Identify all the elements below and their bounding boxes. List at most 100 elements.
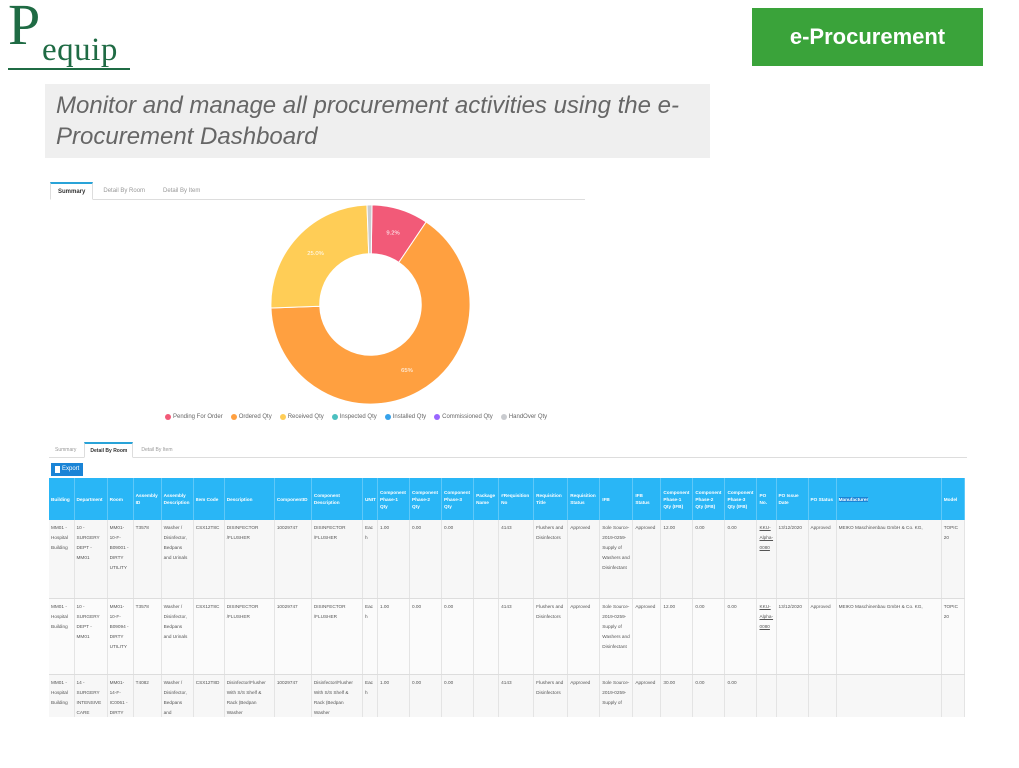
table-row[interactable]: MM01 - Hospital Building 14 - SURGERY INT… bbox=[49, 674, 966, 717]
column-header[interactable]: Component Description bbox=[311, 478, 363, 520]
summary-tab-summary[interactable]: Summary bbox=[50, 182, 94, 200]
table-cell bbox=[808, 674, 837, 717]
legend-item[interactable]: Pending For Order bbox=[165, 414, 223, 420]
column-header[interactable]: Department bbox=[74, 478, 108, 520]
detail-tab-detail-by-item[interactable]: Detail By Item bbox=[135, 442, 178, 457]
pequip-logo: P equip bbox=[8, 0, 133, 72]
slice-label: 65% bbox=[401, 368, 413, 374]
detail-table: Building Department Room Assembly ID Assembl… bbox=[49, 478, 966, 717]
column-header[interactable]: PO No. bbox=[756, 478, 777, 520]
column-header[interactable]: Item Code bbox=[193, 478, 225, 520]
table-cell: 4143 bbox=[498, 598, 535, 675]
column-header[interactable]: Room bbox=[107, 478, 134, 520]
table-row[interactable]: MM01 - Hospital Building 10 - SURGERY DEP… bbox=[49, 520, 966, 599]
column-header[interactable]: Component Phase-1 Qty (IFB) bbox=[660, 478, 694, 520]
table-cell: Washer / Disinfector, Bedpans and Urinal… bbox=[161, 520, 194, 599]
legend-swatch bbox=[434, 414, 441, 420]
legend-label: Pending For Order bbox=[173, 414, 223, 420]
table-cell: DISINFECTOR /FLUSHER bbox=[224, 520, 275, 599]
table-cell: Washer / Disinfector, Bedpans and bbox=[161, 674, 194, 717]
table-cell: Each bbox=[362, 674, 378, 717]
column-header[interactable]: #Requisition No bbox=[498, 478, 535, 520]
detail-tab-summary[interactable]: Summary bbox=[49, 442, 82, 457]
column-header[interactable]: Component Phase-3 Qty bbox=[441, 478, 475, 520]
summary-tab-detail-by-item[interactable]: Detail By Item bbox=[155, 182, 208, 199]
legend-label: Commissioned Qty bbox=[442, 414, 493, 420]
table-cell: 10029747 bbox=[274, 598, 312, 675]
legend-label: HandOver Qty bbox=[508, 414, 548, 420]
column-header[interactable]: IFB bbox=[599, 478, 634, 520]
export-button[interactable]: Export bbox=[51, 463, 84, 476]
legend-label: Received Qty bbox=[287, 414, 324, 420]
legend-swatch bbox=[384, 414, 391, 420]
legend-swatch bbox=[331, 414, 338, 420]
table-cell: 12.00 bbox=[660, 520, 694, 599]
column-header[interactable]: Component Phase-2 Qty (IFB) bbox=[692, 478, 726, 520]
table-cell: 0.00 bbox=[409, 598, 443, 675]
column-header[interactable]: PO Issue Date bbox=[776, 478, 809, 520]
table-cell: Disinfector/Flusher With S/S Shelf & Rac… bbox=[311, 674, 363, 717]
table-cell: 12.00 bbox=[660, 598, 694, 675]
column-header[interactable]: Assembly Description bbox=[161, 478, 194, 520]
table-cell: 10 - SURGERY DEPT - MM01 bbox=[74, 598, 108, 675]
table-cell: TOPIC 20 bbox=[941, 598, 966, 675]
table-cell: 0.00 bbox=[441, 598, 475, 675]
table-cell: Flushers and Disinfectors bbox=[533, 674, 569, 717]
column-header[interactable]: Building bbox=[49, 478, 75, 520]
column-header[interactable]: PO Status bbox=[808, 478, 837, 520]
e-procurement-badge: e-Procurement bbox=[752, 8, 983, 66]
table-cell: 13/12/2020 bbox=[776, 520, 809, 599]
summary-tab-detail-by-room[interactable]: Detail By Room bbox=[95, 182, 153, 199]
table-cell bbox=[776, 674, 809, 717]
legend-label: Ordered Qty bbox=[238, 414, 272, 420]
column-header[interactable]: ComponentID bbox=[274, 478, 312, 520]
table-cell: CSX12T8D bbox=[193, 674, 225, 717]
table-cell: DISINFECTOR /FLUSHER bbox=[224, 598, 275, 675]
column-header[interactable]: Component Phase-1 Qty bbox=[377, 478, 411, 520]
table-cell: Approved bbox=[632, 674, 662, 717]
table-cell: 1.00 bbox=[377, 520, 411, 599]
table-cell: Approved bbox=[632, 598, 662, 675]
table-cell: MM01 - Hospital Building bbox=[49, 598, 75, 675]
column-header[interactable]: Description bbox=[224, 478, 275, 520]
table-cell[interactable]: KKU-Alpha-0080 bbox=[756, 520, 777, 599]
legend-swatch bbox=[279, 414, 286, 420]
legend-label: Inspected Qty bbox=[339, 414, 377, 420]
table-cell: Flushers and Disinfectors bbox=[533, 520, 569, 599]
column-header[interactable]: Model bbox=[941, 478, 966, 520]
column-header[interactable]: UNIT bbox=[362, 478, 378, 520]
table-cell: 0.00 bbox=[409, 674, 443, 717]
legend-item[interactable]: HandOver Qty bbox=[500, 414, 548, 420]
column-header[interactable]: Requisition Status bbox=[567, 478, 601, 520]
column-header[interactable]: Package Name bbox=[473, 478, 500, 520]
table-cell[interactable] bbox=[756, 674, 777, 717]
column-header[interactable]: Manufacturer bbox=[836, 478, 942, 520]
logo-initial: P bbox=[8, 0, 41, 57]
table-cell: 0.00 bbox=[441, 520, 475, 599]
table-cell: Washer / Disinfector, Bedpans and Urinal… bbox=[161, 598, 194, 675]
legend-item[interactable]: Inspected Qty bbox=[331, 414, 377, 420]
detail-tab-detail-by-room[interactable]: Detail By Room bbox=[84, 442, 134, 458]
legend-item[interactable]: Ordered Qty bbox=[230, 414, 272, 420]
table-cell: 0.00 bbox=[692, 520, 726, 599]
table-cell[interactable]: KKU-Alpha-0080 bbox=[756, 598, 777, 675]
column-header[interactable]: Component Phase-3 Qty (IFB) bbox=[724, 478, 758, 520]
table-cell: Approved bbox=[567, 598, 601, 675]
column-header[interactable]: IFB Status bbox=[632, 478, 662, 520]
column-header[interactable]: Component Phase-2 Qty bbox=[409, 478, 443, 520]
table-cell: Disinfector/Flusher With S/S Shelf & Rac… bbox=[224, 674, 275, 717]
column-header[interactable]: Assembly ID bbox=[133, 478, 162, 520]
table-cell bbox=[473, 598, 500, 675]
legend-item[interactable]: Commissioned Qty bbox=[434, 414, 493, 420]
document-icon bbox=[55, 466, 60, 473]
legend-item[interactable]: Installed Qty bbox=[384, 414, 426, 420]
column-header[interactable]: Requisition Title bbox=[533, 478, 569, 520]
table-cell: 1.00 bbox=[377, 674, 411, 717]
table-row[interactable]: MM01 - Hospital Building 10 - SURGERY DEP… bbox=[49, 598, 966, 675]
legend-item[interactable]: Received Qty bbox=[279, 414, 324, 420]
table-cell: Each bbox=[362, 520, 378, 599]
table-cell: 0.00 bbox=[724, 674, 758, 717]
table-cell: Sole Source-2019-0259-Supply of Washers … bbox=[599, 520, 634, 599]
procurement-donut-chart: 9.2% 65% 25.0% bbox=[270, 204, 471, 405]
table-cell: 13/12/2020 bbox=[776, 598, 809, 675]
